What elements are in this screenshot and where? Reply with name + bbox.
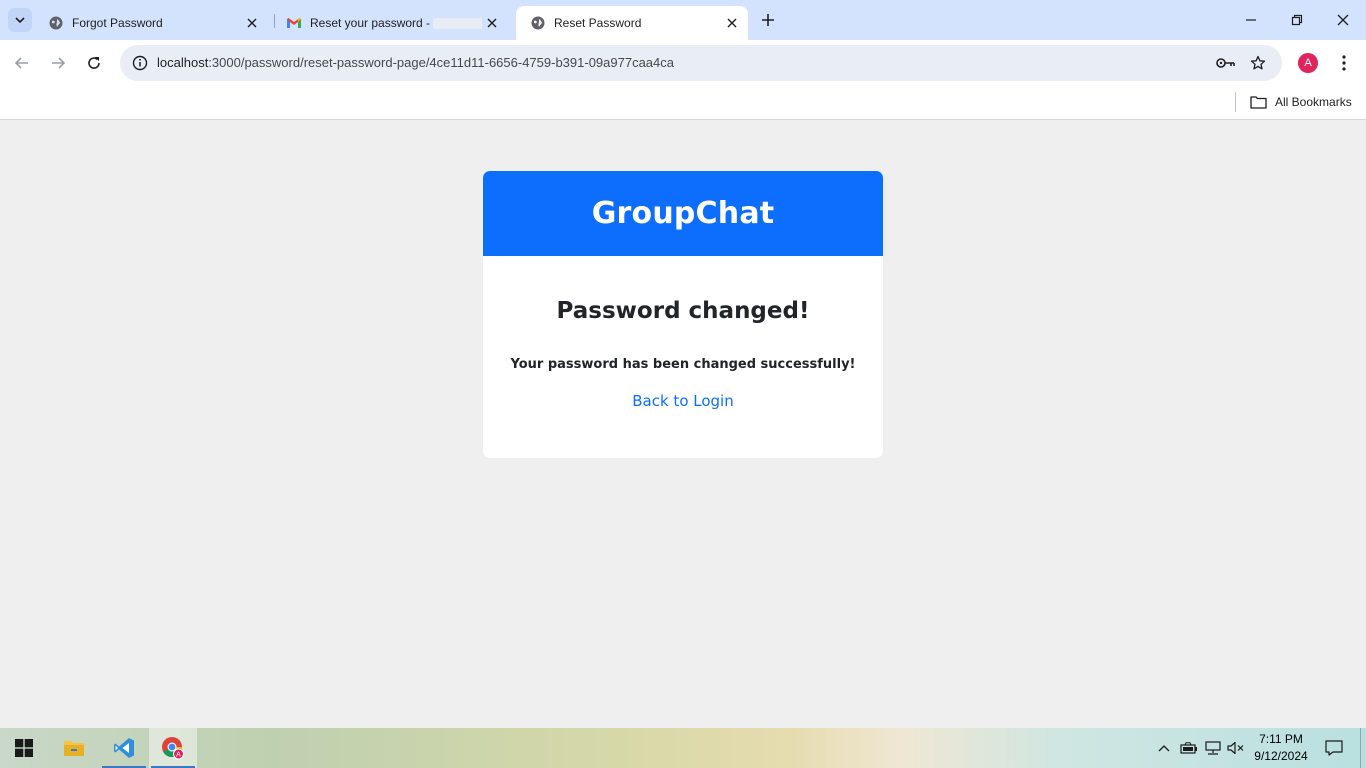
profile-avatar[interactable]: A	[1298, 53, 1318, 73]
url-path: :3000/password/reset-password-page/4ce11…	[208, 55, 674, 70]
windows-icon	[15, 739, 33, 757]
minimize-button[interactable]	[1228, 0, 1274, 40]
url-text[interactable]: localhost:3000/password/reset-password-p…	[157, 55, 674, 70]
arrow-right-icon	[52, 57, 66, 69]
close-icon[interactable]	[722, 13, 742, 33]
password-changed-card: GroupChat Password changed! Your passwor…	[483, 171, 883, 458]
show-hidden-icons-button[interactable]	[1154, 728, 1174, 768]
more-vertical-icon	[1342, 55, 1346, 71]
redacted-text	[433, 18, 482, 30]
tab-title: Reset Password	[554, 16, 642, 30]
tab-forgot-password[interactable]: Forgot Password	[34, 6, 268, 40]
card-header: GroupChat	[483, 171, 883, 256]
forward-button[interactable]	[44, 49, 72, 77]
restore-button[interactable]	[1274, 0, 1320, 40]
browser-toolbar: localhost:3000/password/reset-password-p…	[0, 40, 1366, 86]
tab-title: Forgot Password	[72, 16, 163, 30]
site-info-icon[interactable]	[128, 51, 152, 75]
close-icon[interactable]	[482, 13, 502, 33]
bookmarks-divider	[1235, 92, 1236, 112]
close-icon	[1337, 14, 1349, 26]
volume-muted-icon[interactable]	[1225, 728, 1247, 768]
vscode-icon	[114, 738, 134, 758]
notifications-button[interactable]	[1322, 728, 1346, 768]
address-bar[interactable]: localhost:3000/password/reset-password-p…	[120, 45, 1282, 81]
success-message: Your password has been changed successfu…	[510, 357, 856, 372]
card-body: Password changed! Your password has been…	[483, 298, 883, 411]
file-explorer-button[interactable]	[50, 728, 98, 768]
back-button[interactable]	[8, 49, 36, 77]
chevron-down-icon	[15, 17, 25, 24]
reload-button[interactable]	[80, 49, 108, 77]
battery-icon[interactable]	[1178, 728, 1200, 768]
taskbar-clock[interactable]: 7:11 PM 9/12/2024	[1248, 731, 1314, 765]
page-title: Password changed!	[556, 298, 810, 324]
tab-search-button[interactable]	[8, 8, 32, 32]
notification-icon	[1325, 740, 1343, 756]
plus-icon	[762, 14, 774, 26]
reload-icon	[88, 57, 100, 69]
arrow-left-icon	[14, 57, 28, 69]
close-window-button[interactable]	[1320, 0, 1366, 40]
tab-strip: Forgot Password Reset your password - Re…	[0, 0, 1366, 40]
svg-text:A: A	[176, 752, 181, 759]
minimize-icon	[1246, 19, 1256, 21]
network-icon[interactable]	[1202, 728, 1224, 768]
chevron-up-icon	[1158, 745, 1170, 752]
globe-icon	[530, 15, 546, 31]
chrome-icon: A	[162, 737, 184, 760]
all-bookmarks-label: All Bookmarks	[1275, 95, 1352, 109]
folder-icon	[1250, 96, 1267, 109]
tab-reset-password[interactable]: Reset Password	[516, 6, 748, 40]
gmail-icon	[286, 15, 302, 31]
password-key-icon[interactable]	[1214, 51, 1238, 75]
bookmark-star-icon[interactable]	[1246, 51, 1270, 75]
close-icon[interactable]	[242, 13, 262, 33]
browser-menu-button[interactable]	[1332, 49, 1356, 77]
folder-icon	[64, 741, 84, 756]
brand-title: GroupChat	[591, 196, 775, 231]
all-bookmarks-button[interactable]: All Bookmarks	[1250, 91, 1352, 113]
start-button[interactable]	[0, 728, 48, 768]
windows-taskbar: A 7:11 PM 9/12/2024	[0, 728, 1366, 768]
clock-date: 9/12/2024	[1254, 749, 1308, 763]
clock-time: 7:11 PM	[1259, 732, 1303, 746]
vscode-button[interactable]	[100, 728, 148, 768]
new-tab-button[interactable]	[756, 8, 780, 32]
chrome-button[interactable]: A	[149, 728, 197, 768]
tab-title: Reset your password -	[310, 16, 482, 30]
back-to-login-link[interactable]: Back to Login	[632, 392, 733, 410]
globe-icon	[48, 15, 64, 31]
restore-icon	[1291, 14, 1303, 26]
tab-reset-your-password[interactable]: Reset your password -	[272, 6, 508, 40]
show-desktop-button[interactable]	[1360, 728, 1366, 768]
bookmarks-bar: All Bookmarks	[0, 86, 1366, 120]
url-host: localhost	[157, 55, 209, 70]
